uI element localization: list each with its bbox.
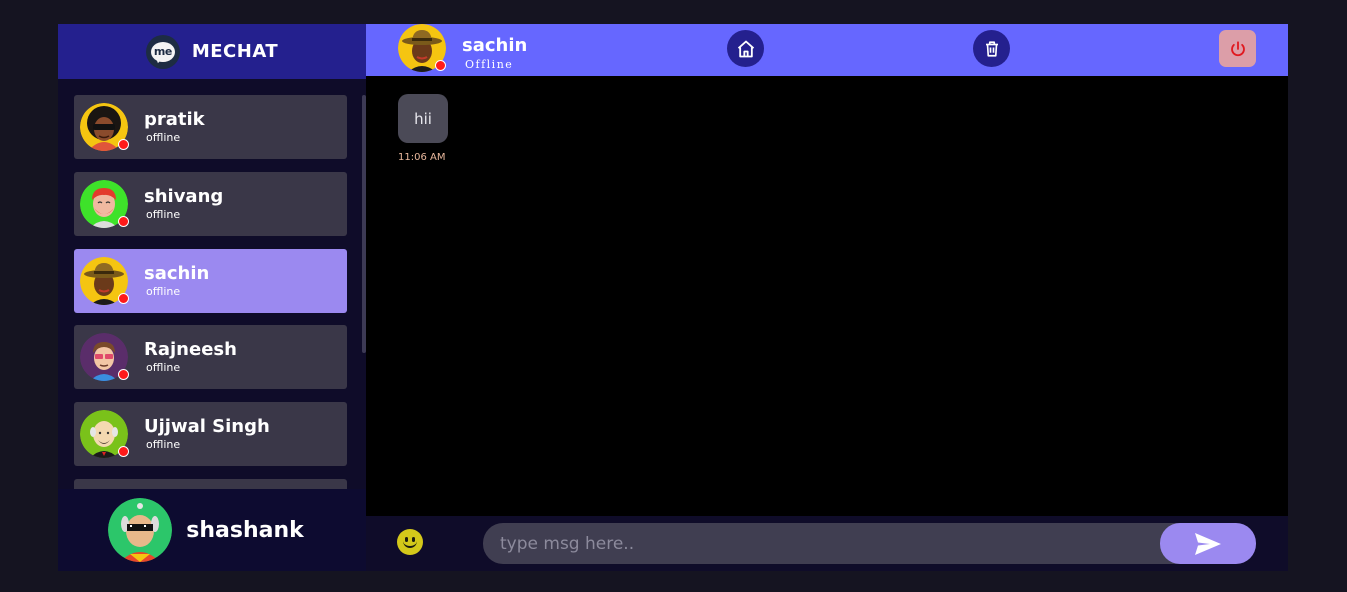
contact-item-shivang[interactable]: shivang offline bbox=[74, 172, 347, 236]
message-timestamp: 11:06 AM bbox=[398, 152, 446, 163]
emoji-picker-button[interactable] bbox=[397, 529, 423, 555]
contact-item-partial[interactable] bbox=[74, 479, 347, 489]
send-button[interactable] bbox=[1160, 523, 1256, 564]
message-input[interactable] bbox=[483, 523, 1183, 564]
offline-status-dot bbox=[118, 216, 129, 227]
contact-item-ujjwal-singh[interactable]: Ujjwal Singh offline bbox=[74, 402, 347, 466]
chat-header: sachin Offline bbox=[366, 24, 1288, 76]
contact-item-rajneesh[interactable]: Rajneesh offline bbox=[74, 325, 347, 389]
power-icon bbox=[1230, 40, 1245, 56]
contact-name: shivang bbox=[144, 186, 224, 207]
home-icon bbox=[737, 40, 754, 57]
offline-status-dot bbox=[118, 369, 129, 380]
contact-name: Ujjwal Singh bbox=[144, 416, 270, 437]
contact-status: offline bbox=[146, 361, 181, 374]
sidebar: me MECHAT pratik offline shivang offline… bbox=[58, 24, 366, 571]
contact-status: offline bbox=[146, 438, 181, 451]
offline-status-dot bbox=[118, 293, 129, 304]
contact-name: Rajneesh bbox=[144, 339, 237, 360]
contact-status: offline bbox=[146, 208, 181, 221]
contact-list[interactable]: pratik offline shivang offline sachin of… bbox=[58, 79, 366, 489]
contact-item-sachin[interactable]: sachin offline bbox=[74, 249, 347, 313]
chat-partner-status: Offline bbox=[465, 58, 514, 71]
contact-item-pratik[interactable]: pratik offline bbox=[74, 95, 347, 159]
mechat-logo-icon: me bbox=[145, 34, 180, 69]
contact-name: pratik bbox=[144, 109, 205, 130]
contact-status: offline bbox=[146, 131, 181, 144]
logout-button[interactable] bbox=[1219, 30, 1256, 67]
cool-glasses-avatar-icon[interactable] bbox=[108, 498, 173, 562]
message-bubble: hii bbox=[398, 94, 448, 143]
chat-app: me MECHAT pratik offline shivang offline… bbox=[58, 24, 1288, 571]
contact-name: sachin bbox=[144, 263, 210, 284]
chat-partner-name: sachin bbox=[462, 35, 528, 56]
chat-panel: sachin Offline hii 11:06 AM bbox=[366, 24, 1288, 571]
offline-status-dot bbox=[435, 60, 446, 71]
trash-icon bbox=[985, 40, 998, 57]
message-composer bbox=[366, 516, 1288, 571]
current-user-bar: shashank bbox=[58, 489, 366, 571]
send-icon bbox=[1195, 532, 1221, 555]
contact-status: offline bbox=[146, 285, 181, 298]
app-title: MECHAT bbox=[191, 41, 279, 62]
home-button[interactable] bbox=[727, 30, 764, 67]
offline-status-dot bbox=[118, 446, 129, 457]
delete-chat-button[interactable] bbox=[973, 30, 1010, 67]
current-user-name: shashank bbox=[186, 517, 304, 543]
offline-status-dot bbox=[118, 139, 129, 150]
brand-bar: me MECHAT bbox=[58, 24, 366, 79]
message-list: hii 11:06 AM bbox=[366, 76, 1288, 516]
